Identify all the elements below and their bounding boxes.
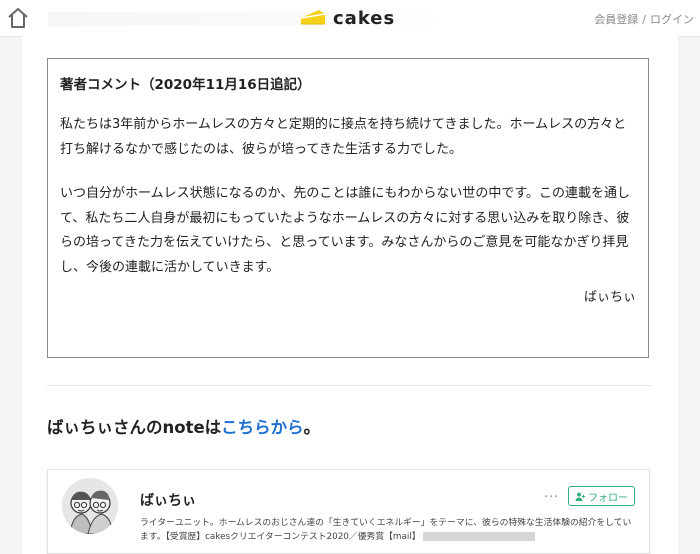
auth-separator: / bbox=[642, 13, 646, 26]
comment-title: 著者コメント（2020年11月16日追記） bbox=[60, 77, 311, 93]
add-user-icon bbox=[575, 492, 585, 501]
avatar-illustration bbox=[62, 478, 118, 534]
site-header: cakes 会員登録 / ログイン bbox=[0, 0, 700, 37]
follow-label: フォロー bbox=[588, 492, 628, 504]
site-logo[interactable]: cakes bbox=[299, 6, 395, 30]
home-icon[interactable] bbox=[6, 6, 30, 30]
note-link[interactable]: こちらから bbox=[221, 418, 304, 437]
register-link[interactable]: 会員登録 bbox=[594, 13, 638, 26]
avatar[interactable] bbox=[62, 478, 118, 534]
main-content: 著者コメント（2020年11月16日追記） 私たちは3年前からホームレスの方々と… bbox=[22, 36, 678, 554]
profile-bio-text: ライターユニット。ホームレスのおじさん達の「生きていくエネルギー」をテーマに、彼… bbox=[140, 518, 632, 542]
cake-logo-icon bbox=[300, 10, 326, 25]
profile-name[interactable]: ばぃちぃ bbox=[140, 490, 196, 510]
comment-signature: ばぃちぃ bbox=[583, 290, 636, 305]
follow-button[interactable]: フォロー bbox=[568, 486, 635, 506]
note-link-prefix: ばぃちぃさんのnoteは bbox=[47, 418, 222, 437]
site-name: cakes bbox=[333, 7, 396, 29]
author-profile-card: ばぃちぃ ··· フォロー ライターユニット。ホームレスのおじさん達の「生きてい… bbox=[47, 469, 650, 554]
more-options-icon[interactable]: ··· bbox=[544, 490, 559, 505]
comment-paragraph: 私たちは3年前からホームレスの方々と定期的に接点を持ち続けてきました。ホームレス… bbox=[60, 117, 627, 157]
section-divider bbox=[47, 385, 651, 386]
note-link-suffix: 。 bbox=[303, 418, 321, 437]
author-comment-box: 著者コメント（2020年11月16日追記） 私たちは3年前からホームレスの方々と… bbox=[47, 58, 649, 358]
note-link-heading: ばぃちぃさんのnoteはこちらから。 bbox=[47, 414, 320, 438]
login-link[interactable]: ログイン bbox=[650, 13, 694, 26]
profile-bio: ライターユニット。ホームレスのおじさん達の「生きていくエネルギー」をテーマに、彼… bbox=[140, 516, 640, 544]
redacted-email bbox=[422, 532, 535, 541]
auth-links: 会員登録 / ログイン bbox=[594, 11, 694, 27]
comment-paragraph: いつ自分がホームレス状態になるのか、先のことは誰にもわからない世の中です。この連… bbox=[60, 186, 631, 275]
